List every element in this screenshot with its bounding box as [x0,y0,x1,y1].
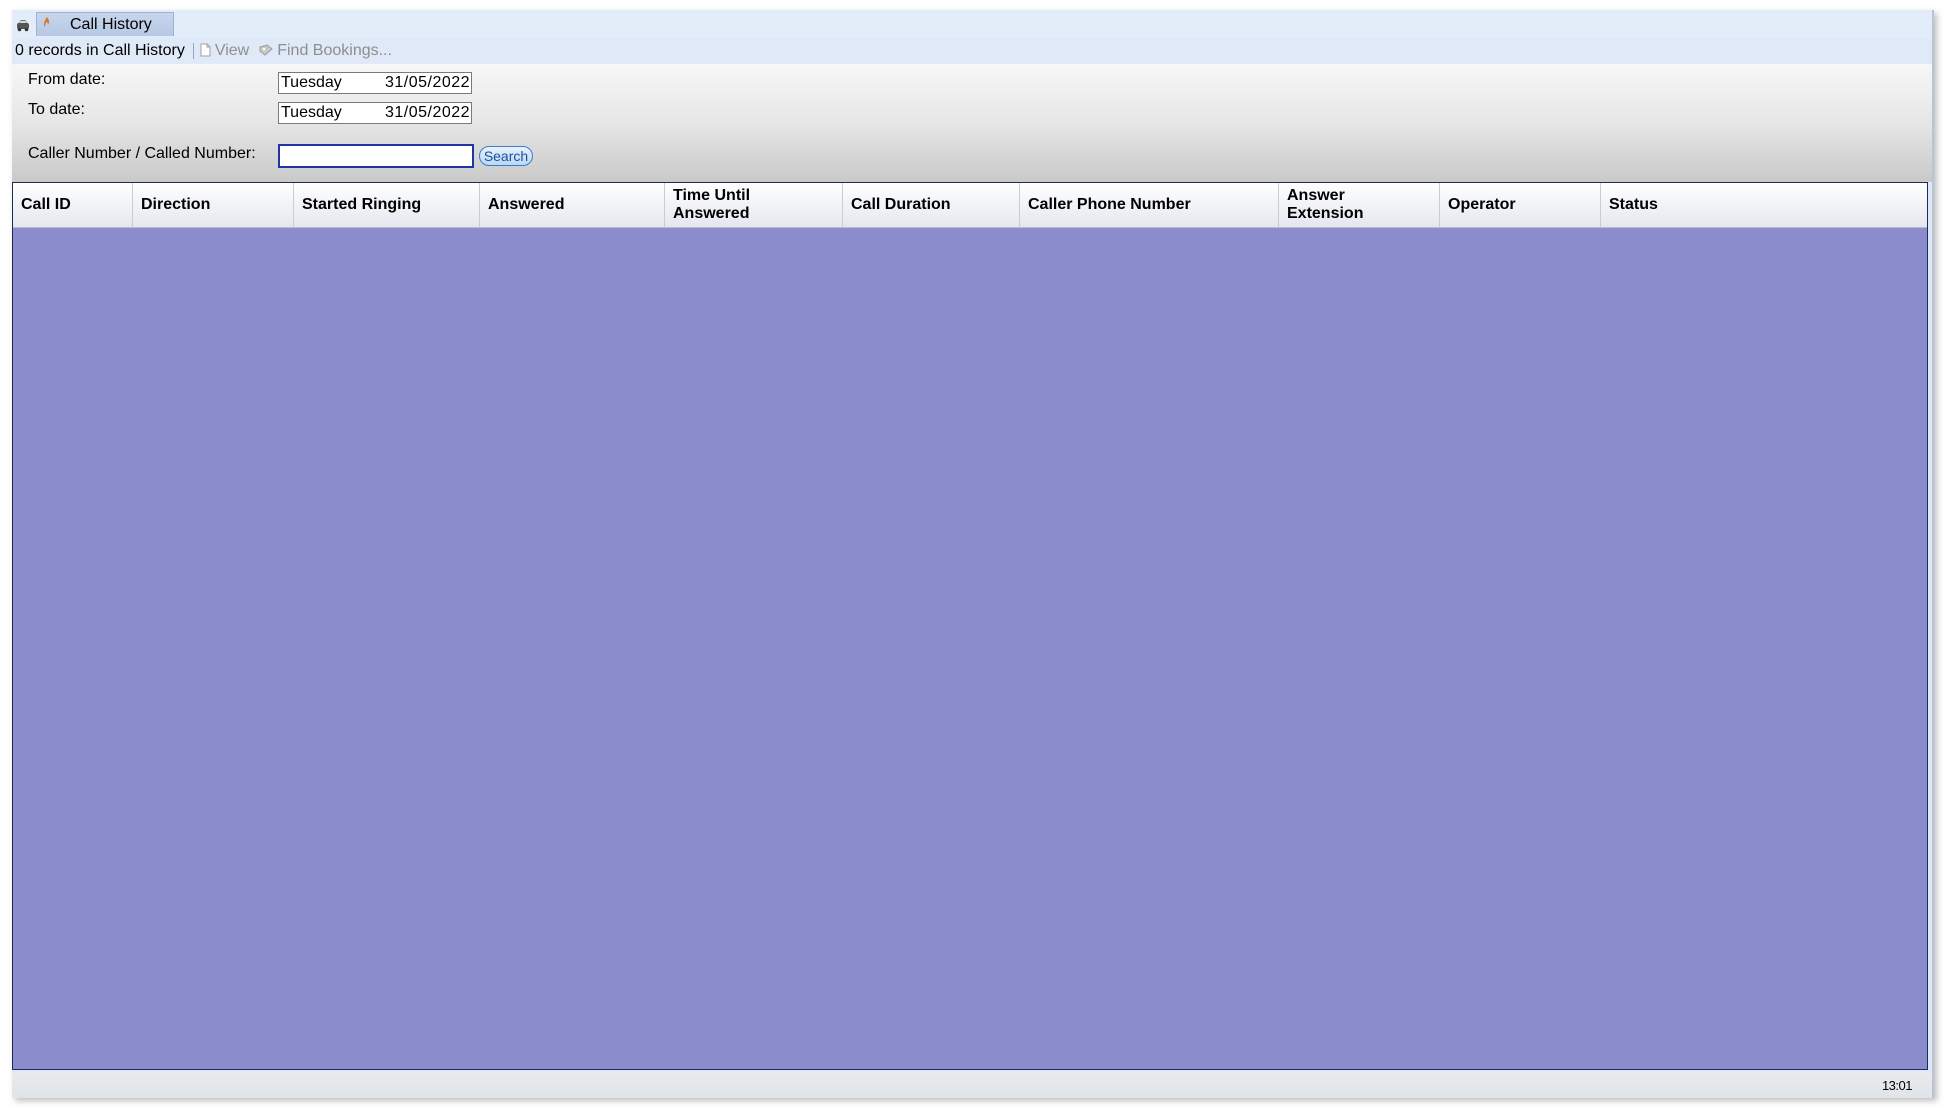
column-call-duration[interactable]: Call Duration [843,183,1020,227]
status-bar: 13:01 [12,1072,1932,1098]
toolbar: 0 records in Call History View Find Book… [12,39,1932,63]
view-button[interactable]: View [200,42,249,60]
find-bookings-label: Find Bookings... [277,42,392,59]
column-answer-extension[interactable]: Answer Extension [1279,183,1440,227]
caller-number-input[interactable] [278,144,474,168]
to-day: Tuesday [281,104,342,121]
search-button[interactable]: Search [479,146,533,166]
find-bookings-button[interactable]: Find Bookings... [259,42,392,60]
from-date-picker[interactable]: Tuesday 31/05/2022 [278,72,472,94]
records-count: 0 records in Call History [15,42,185,59]
to-date-value: 31/05/2022 [385,104,471,121]
to-date-label: To date: [28,101,85,118]
column-caller-phone-number[interactable]: Caller Phone Number [1020,183,1279,227]
column-time-until-answered[interactable]: Time Until Answered [665,183,843,227]
tab-label: Call History [70,15,152,33]
phone-flame-icon [42,16,56,33]
column-answered[interactable]: Answered [480,183,665,227]
view-label: View [214,42,250,59]
column-started-ringing[interactable]: Started Ringing [294,183,480,227]
filter-panel: From date: Tuesday 31/05/2022 To date: T… [12,64,1932,182]
call-history-window: Call History 0 records in Call History V… [12,10,1934,1098]
tab-call-history[interactable]: Call History [36,12,174,36]
toolbar-separator [192,43,194,59]
column-direction[interactable]: Direction [133,183,294,227]
call-history-grid[interactable]: Call ID Direction Started Ringing Answer… [12,182,1928,1070]
from-date-label: From date: [28,71,106,88]
number-label: Caller Number / Called Number: [28,145,256,162]
from-day: Tuesday [281,74,342,91]
document-icon [200,43,211,60]
to-date-picker[interactable]: Tuesday 31/05/2022 [278,102,472,124]
from-date-value: 31/05/2022 [385,74,471,91]
grid-header: Call ID Direction Started Ringing Answer… [13,183,1927,228]
column-call-id[interactable]: Call ID [13,183,133,227]
find-bookings-icon [259,43,274,59]
tab-strip: Call History [12,10,1932,38]
column-status[interactable]: Status [1601,183,1927,227]
taxi-icon[interactable] [12,13,34,37]
column-operator[interactable]: Operator [1440,183,1601,227]
clock: 13:01 [1881,1078,1913,1093]
